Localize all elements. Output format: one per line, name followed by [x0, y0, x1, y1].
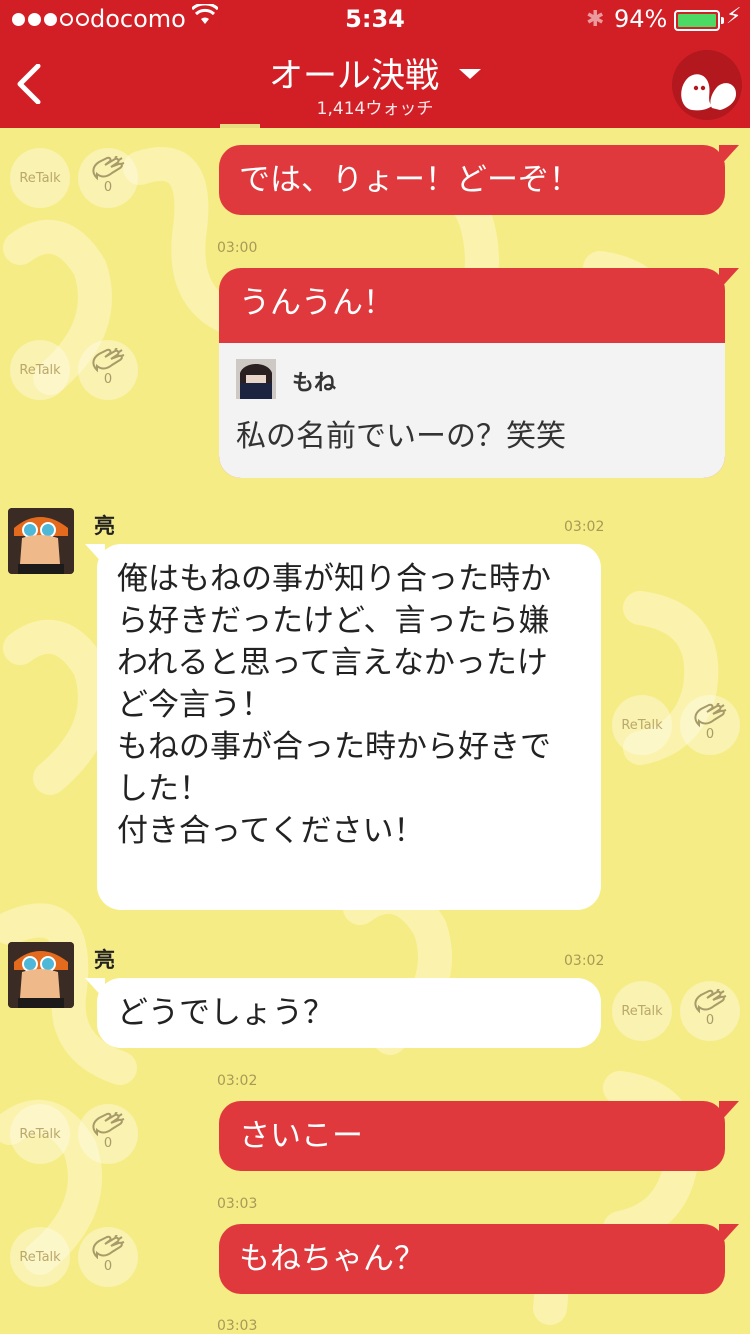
watch-count: 1,414ウォッチ — [316, 99, 434, 119]
retalk-button[interactable]: ReTalk — [10, 1227, 70, 1287]
clap-icon — [694, 989, 727, 1014]
ghost-mascot-icon — [681, 74, 736, 111]
quoted-text: 私の名前でいーの？笑笑 — [236, 419, 566, 454]
user-name: 亮 — [94, 948, 115, 972]
clap-icon — [694, 703, 727, 728]
timestamp: 03:00 — [217, 240, 258, 256]
retalk-button[interactable]: ReTalk — [10, 340, 70, 400]
clap-count: 0 — [103, 1136, 113, 1151]
message-text: うんうん！ — [239, 285, 394, 321]
message-bubble-sent[interactable]: もねちゃん？ — [219, 1224, 739, 1294]
message-line: もねの事が合った時から好きで — [117, 729, 551, 765]
clap-button[interactable]: 0 — [78, 1104, 138, 1164]
bubble-tail — [719, 1224, 739, 1246]
quoted-user-name: もね — [292, 371, 337, 396]
retalk-label: ReTalk — [621, 1003, 663, 1019]
message-text: もねちゃん？ — [239, 1241, 425, 1277]
chevron-down-icon — [459, 68, 481, 79]
clap-count: 0 — [103, 1259, 113, 1274]
bubble-tail — [719, 145, 739, 167]
clap-icon — [92, 348, 125, 373]
quoted-message[interactable]: もね 私の名前でいーの？笑笑 — [219, 343, 725, 478]
charging-icon: ⚡ — [726, 4, 742, 29]
clap-button[interactable]: 0 — [78, 148, 138, 208]
clap-button[interactable]: 0 — [680, 981, 740, 1041]
bluetooth-icon: ✱ — [586, 7, 605, 32]
mascot-button[interactable] — [672, 50, 742, 120]
user-avatar[interactable] — [8, 508, 74, 574]
bubble-tail — [719, 268, 739, 290]
retalk-label: ReTalk — [19, 170, 61, 186]
clap-icon — [92, 156, 125, 181]
battery-icon — [674, 10, 724, 31]
message-text: どうでしょう？ — [117, 995, 334, 1031]
message-bubble-received[interactable]: 俺はもねの事が知り合った時か ら好きだったけど、言ったら嫌 われると思って言えな… — [85, 544, 601, 910]
clipped-timestamp — [220, 124, 260, 128]
user-name: 亮 — [94, 514, 115, 538]
page-title[interactable]: オール決戦 — [0, 48, 750, 97]
message-text: では、りょー！どーぞ！ — [239, 162, 580, 198]
retalk-label: ReTalk — [19, 1126, 61, 1142]
retalk-button[interactable]: ReTalk — [612, 981, 672, 1041]
message-line: した！ — [117, 771, 210, 807]
clap-count: 0 — [705, 1013, 715, 1028]
timestamp: 03:02 — [564, 519, 605, 535]
message-line: われると思って言えなかったけ — [117, 645, 548, 681]
timestamp: 03:02 — [564, 953, 605, 969]
timestamp: 03:03 — [217, 1318, 258, 1334]
bubble-tail — [85, 978, 105, 1000]
battery-percent: 94% — [614, 5, 668, 33]
timestamp: 03:02 — [217, 1073, 258, 1089]
retalk-label: ReTalk — [19, 362, 61, 378]
retalk-button[interactable]: ReTalk — [10, 1104, 70, 1164]
message-line: ら好きだったけど、言ったら嫌 — [117, 603, 550, 639]
clap-button[interactable]: 0 — [78, 1227, 138, 1287]
clap-button[interactable]: 0 — [78, 340, 138, 400]
message-text: さいこー — [239, 1118, 363, 1154]
quoted-user-avatar — [236, 359, 276, 399]
message-line: 付き合ってください！ — [117, 813, 425, 849]
timestamp: 03:03 — [217, 1196, 258, 1212]
message-line: 俺はもねの事が知り合った時か — [117, 561, 551, 597]
clap-icon — [92, 1112, 125, 1137]
retalk-label: ReTalk — [621, 717, 663, 733]
message-bubble-sent[interactable]: では、りょー！どーぞ！ — [219, 145, 739, 215]
page-title-text: オール決戦 — [269, 56, 439, 96]
user-avatar[interactable] — [8, 942, 74, 1008]
top-bar: docomo 5:34 ✱ 94% ⚡ オール決戦 1,414ウォッチ — [0, 0, 750, 128]
message-bubble-sent[interactable]: さいこー — [219, 1101, 739, 1171]
message-bubble-received[interactable]: どうでしょう？ — [85, 978, 601, 1048]
clap-count: 0 — [103, 372, 113, 387]
clap-button[interactable]: 0 — [680, 695, 740, 755]
clap-icon — [92, 1235, 125, 1260]
message-line: ど今言う！ — [117, 687, 272, 723]
clap-count: 0 — [103, 180, 113, 195]
retalk-button[interactable]: ReTalk — [612, 695, 672, 755]
bubble-tail — [719, 1101, 739, 1123]
retalk-button[interactable]: ReTalk — [10, 148, 70, 208]
bubble-tail — [85, 544, 105, 566]
clap-count: 0 — [705, 727, 715, 742]
status-bar: docomo 5:34 ✱ 94% ⚡ — [0, 0, 750, 40]
retalk-label: ReTalk — [19, 1249, 61, 1265]
